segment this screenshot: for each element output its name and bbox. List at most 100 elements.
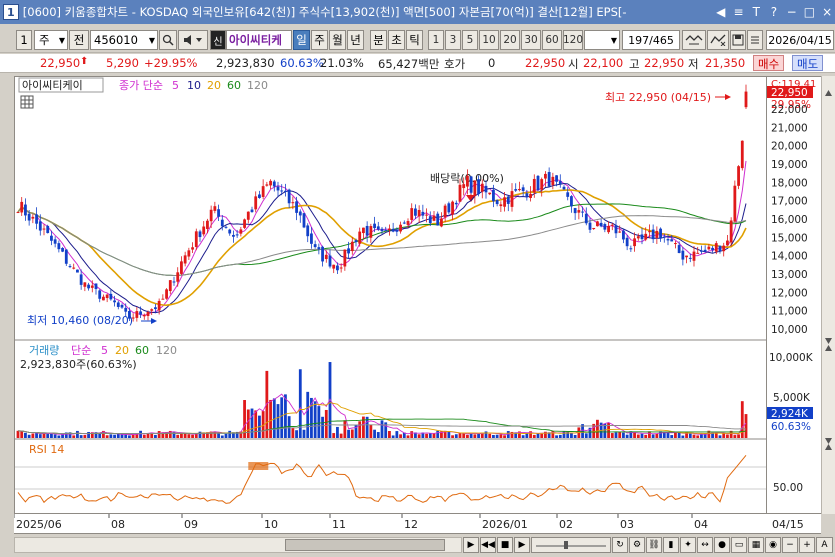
volume-bar [436, 430, 440, 438]
scroll-up-icon[interactable] [825, 90, 832, 96]
scroll-down-icon[interactable] [825, 438, 832, 444]
camera-icon[interactable]: ◉ [765, 537, 781, 553]
window-minimize-icon[interactable]: − [784, 4, 800, 20]
window-menu-icon[interactable]: ≡ [731, 4, 747, 20]
candle-body [551, 176, 555, 186]
interval-button-3[interactable]: 3 [445, 30, 461, 50]
grid-icon[interactable] [20, 95, 34, 109]
link-icon[interactable]: ⛓ [646, 537, 662, 553]
volume-ma-5: 5 [101, 344, 108, 357]
period-button-tick[interactable]: 틱 [406, 30, 423, 50]
play-icon[interactable]: ▶ [463, 537, 479, 553]
all-button[interactable]: 전 [69, 30, 89, 50]
price-axis-label: 21,000 [771, 122, 808, 134]
arrow-icon[interactable]: ↔ [697, 537, 713, 553]
ma-legend-title: 종가 단순 [119, 79, 163, 92]
custom-interval-input[interactable]: ▼ [584, 30, 620, 50]
grid-icon[interactable]: ▦ [748, 537, 764, 553]
main-toolbar: 1 주 ▼ 전 456010 ▼ 신 아이씨티케 일 주 월 년 분 초 틱 1 3… [0, 26, 835, 53]
candle-body [618, 231, 622, 233]
stock-code-input[interactable]: 456010 ▼ [90, 30, 158, 50]
volume-bar [187, 434, 191, 438]
buy-button[interactable]: 매수 [753, 55, 785, 71]
interval-button-5[interactable]: 5 [462, 30, 478, 50]
window-prev-icon[interactable]: ◀ [713, 4, 729, 20]
refresh-icon[interactable]: ↻ [612, 537, 628, 553]
date-field[interactable]: 2026/04/15 [766, 30, 834, 50]
interval-button-20[interactable]: 20 [500, 30, 520, 50]
chart-number-button[interactable]: 1 [16, 30, 32, 50]
speaker-icon[interactable] [178, 30, 208, 50]
window-maximize-icon[interactable]: □ [802, 4, 818, 20]
rewind-icon[interactable]: ◀◀ [480, 537, 496, 553]
save-icon[interactable] [730, 30, 746, 50]
zoom-in-icon[interactable] [682, 30, 706, 50]
period-button-year[interactable]: 년 [347, 30, 364, 50]
candle-body [477, 179, 480, 195]
interval-button-1[interactable]: 1 [428, 30, 444, 50]
period-button-day[interactable]: 일 [293, 30, 310, 50]
rsi-title: RSI 14 [29, 443, 64, 456]
volume-bar [324, 409, 328, 438]
forward-icon[interactable]: ▶ [514, 537, 530, 553]
candle-body [685, 255, 688, 258]
candle-body [718, 245, 722, 252]
candle-body [246, 211, 250, 220]
window-help-icon[interactable]: ? [766, 4, 782, 20]
quote-last: 22,950 [525, 56, 566, 70]
chart-svg[interactable]: 아이씨티케이 종가 단순 5 10 20 60 120 최고 22,950 (0… [15, 77, 766, 513]
scroll-down-icon[interactable] [825, 338, 832, 344]
candle-body [272, 181, 276, 187]
search-icon-svg [162, 34, 174, 46]
price-axis-labels: 22,000 21,000 20,000 19,000 18,000 17,000 16,0… [771, 104, 808, 336]
period-button-month[interactable]: 월 [329, 30, 346, 50]
period-button-week[interactable]: 주 [311, 30, 328, 50]
price-axis-label: 15,000 [771, 232, 808, 244]
text-size-icon[interactable]: A [816, 537, 833, 553]
volume-bar [495, 434, 499, 438]
interval-button-10[interactable]: 10 [479, 30, 499, 50]
window-text-icon[interactable]: T [748, 4, 764, 20]
period-button-minute[interactable]: 분 [370, 30, 387, 50]
volume-bar [573, 434, 577, 438]
interval-button-60[interactable]: 60 [542, 30, 562, 50]
period-button-second[interactable]: 초 [388, 30, 405, 50]
sell-button[interactable]: 매도 [792, 55, 824, 71]
stop-icon[interactable]: ■ [497, 537, 513, 553]
period-select[interactable]: 주 ▼ [34, 30, 68, 50]
volume-bar [477, 433, 480, 438]
scroll-up-icon[interactable] [825, 345, 832, 351]
candle-body [744, 91, 748, 108]
volume-bar [674, 432, 677, 438]
data-count-field[interactable]: 197/465 [622, 30, 680, 50]
search-icon[interactable] [159, 30, 177, 50]
plus-icon[interactable]: + [799, 537, 815, 553]
compare-icon[interactable] [707, 30, 729, 50]
volume-bar [291, 428, 295, 438]
minus-icon[interactable]: − [782, 537, 798, 553]
bar-chart-icon[interactable]: ▮ [663, 537, 679, 553]
title-bar: 1 [0600] 키움종합차트 - KOSDAQ 외국인보유[642(천)] 주… [0, 0, 835, 24]
settings-icon[interactable]: ✦ [680, 537, 696, 553]
scroll-up-icon[interactable] [825, 444, 832, 450]
chart-area[interactable]: 아이씨티케이 종가 단순 5 10 20 60 120 최고 22,950 (0… [14, 76, 767, 514]
horizontal-scroll-track[interactable] [14, 537, 462, 553]
candle-body [68, 266, 72, 268]
interval-button-120[interactable]: 120 [563, 30, 583, 50]
candle-body [265, 184, 269, 186]
candle-body [250, 209, 254, 213]
gear-icon[interactable]: ⚙ [629, 537, 645, 553]
interval-button-30[interactable]: 30 [521, 30, 541, 50]
dot-icon[interactable]: ● [714, 537, 730, 553]
zoom-slider[interactable] [531, 537, 611, 553]
stock-name-field[interactable]: 아이씨티케 [226, 30, 292, 50]
candle-body [518, 188, 521, 191]
window-close-icon[interactable]: × [819, 4, 835, 20]
candle-body [622, 230, 625, 240]
menu-icon[interactable] [747, 30, 763, 50]
window-icon[interactable]: ▭ [731, 537, 747, 553]
vertical-scrollbar[interactable] [821, 76, 835, 514]
horizontal-scroll-thumb[interactable] [285, 539, 445, 551]
volume-bar [655, 433, 659, 438]
price-axis[interactable]: C:119.41 22,950 29.95% 22,000 21,000 20,00… [767, 76, 821, 514]
